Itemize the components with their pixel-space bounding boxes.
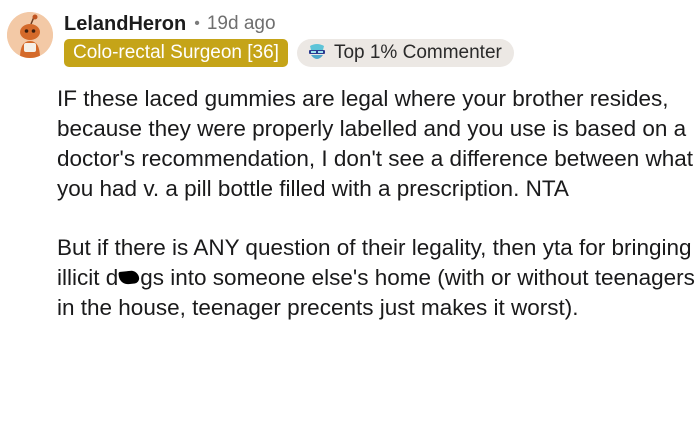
comment: LelandHeron • 19d ago Colo-rectal Surgeo… — [0, 0, 700, 432]
redaction-mark — [118, 269, 140, 286]
flair-row: Colo-rectal Surgeon [36] Top 1% Commente… — [64, 39, 514, 67]
reddit-snoo-avatar-icon — [7, 12, 53, 58]
top-commenter-badge[interactable]: Top 1% Commenter — [296, 39, 514, 67]
badge-label: Top 1% Commenter — [333, 42, 502, 63]
comment-age[interactable]: 19d ago — [207, 13, 276, 35]
comment-meta: LelandHeron • 19d ago — [64, 10, 276, 38]
comment-body: IF these laced gummies are legal where y… — [57, 84, 697, 352]
meta-separator: • — [194, 15, 200, 32]
top-commenter-icon — [306, 42, 328, 64]
user-flair[interactable]: Colo-rectal Surgeon [36] — [64, 39, 288, 67]
comment-paragraph: But if there is ANY question of their le… — [57, 233, 697, 323]
user-avatar[interactable] — [7, 12, 53, 58]
paragraph-text-end: gs into someone else's home (with or wit… — [57, 265, 695, 320]
comment-paragraph: IF these laced gummies are legal where y… — [57, 86, 694, 201]
author-username[interactable]: LelandHeron — [64, 13, 186, 36]
